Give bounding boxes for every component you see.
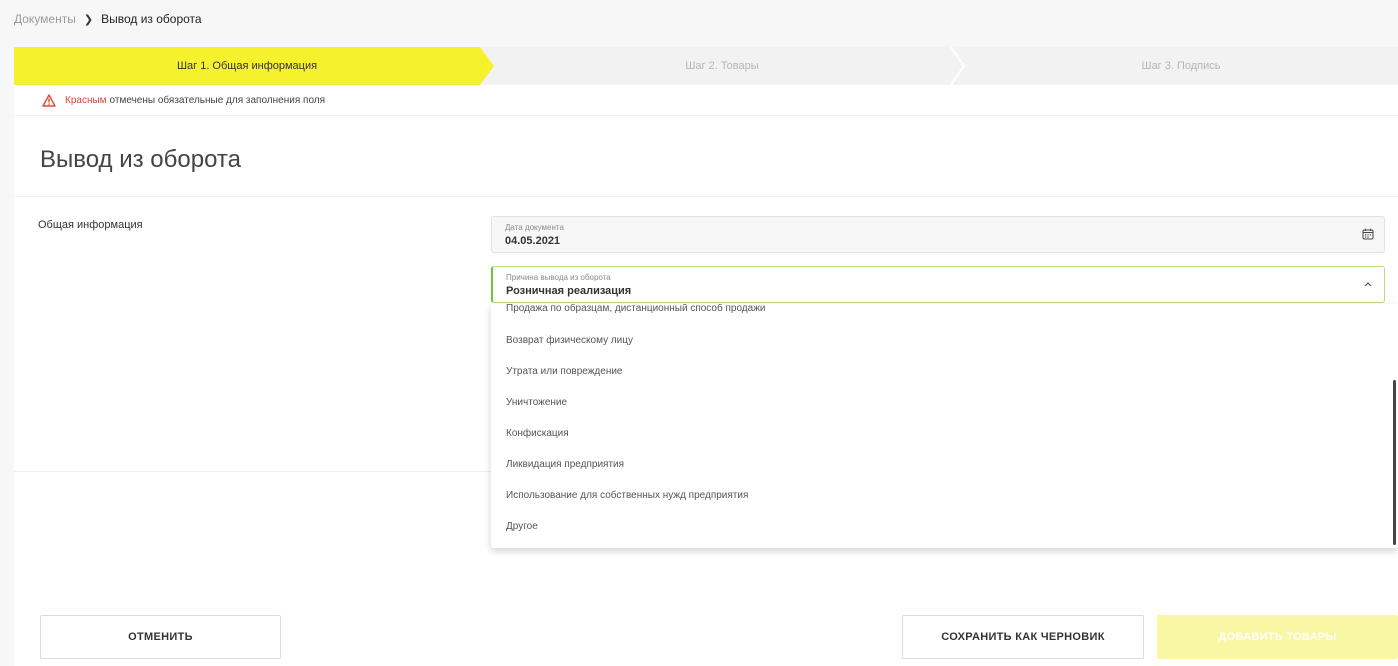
step-general-info[interactable]: Шаг 1. Общая информация <box>14 47 494 85</box>
dropdown-option[interactable]: Использование для собственных нужд предп… <box>506 490 748 501</box>
dropdown-option[interactable]: Продажа по образцам, дистанционный спосо… <box>506 304 765 314</box>
dropdown-option[interactable]: Конфискация <box>506 428 569 439</box>
step-signature[interactable]: Шаг 3. Подпись <box>964 47 1398 85</box>
section-label: Общая информация <box>38 219 143 231</box>
breadcrumb: Документы ❯ Вывод из оборота <box>14 12 202 26</box>
dropdown-scrollbar[interactable] <box>1393 380 1396 545</box>
dropdown-option[interactable]: Другое <box>506 521 538 532</box>
notice-text: отмечены обязательные для заполнения пол… <box>109 95 326 106</box>
add-goods-button[interactable]: ДОБАВИТЬ ТОВАРЫ <box>1157 615 1398 659</box>
form-card: Красным отмечены обязательные для заполн… <box>14 85 1398 666</box>
document-date-field[interactable]: Дата документа 04.05.2021 <box>491 216 1385 253</box>
notice-highlight: Красным <box>65 95 107 106</box>
breadcrumb-documents-link[interactable]: Документы <box>14 12 76 26</box>
field-label: Причина вывода из оборота <box>506 273 611 282</box>
field-value: 04.05.2021 <box>505 235 561 247</box>
dropdown-option[interactable]: Утрата или повреждение <box>506 366 622 377</box>
dropdown-option[interactable]: Возврат физическому лицу <box>506 335 633 346</box>
step-label: Шаг 2. Товары <box>685 60 759 72</box>
page-title: Вывод из оборота <box>40 146 241 173</box>
withdrawal-reason-select[interactable]: Причина вывода из оборота Розничная реал… <box>491 266 1385 303</box>
required-fields-notice: Красным отмечены обязательные для заполн… <box>42 94 325 107</box>
divider <box>14 471 491 472</box>
divider <box>14 196 1398 197</box>
breadcrumb-current: Вывод из оборота <box>101 12 202 26</box>
step-label: Шаг 1. Общая информация <box>176 60 318 72</box>
wizard-steps: Шаг 1. Общая информация Шаг 2. Товары Ша… <box>14 47 1398 85</box>
dropdown-option[interactable]: Уничтожение <box>506 397 567 408</box>
reason-dropdown-list[interactable]: Продажа по образцам, дистанционный спосо… <box>491 304 1398 548</box>
chevron-up-icon[interactable] <box>1364 281 1372 287</box>
calendar-icon[interactable] <box>1362 228 1374 240</box>
chevron-right-icon: ❯ <box>83 13 94 26</box>
cancel-button[interactable]: ОТМЕНИТЬ <box>40 615 281 659</box>
step-label: Шаг 3. Подпись <box>1141 60 1221 72</box>
step-goods[interactable]: Шаг 2. Товары <box>494 47 950 85</box>
field-value: Розничная реализация <box>506 285 632 297</box>
warning-icon <box>42 94 56 107</box>
save-draft-button[interactable]: СОХРАНИТЬ КАК ЧЕРНОВИК <box>902 615 1144 659</box>
dropdown-option[interactable]: Ликвидация предприятия <box>506 459 624 470</box>
field-label: Дата документа <box>505 223 564 232</box>
divider <box>14 115 1398 116</box>
